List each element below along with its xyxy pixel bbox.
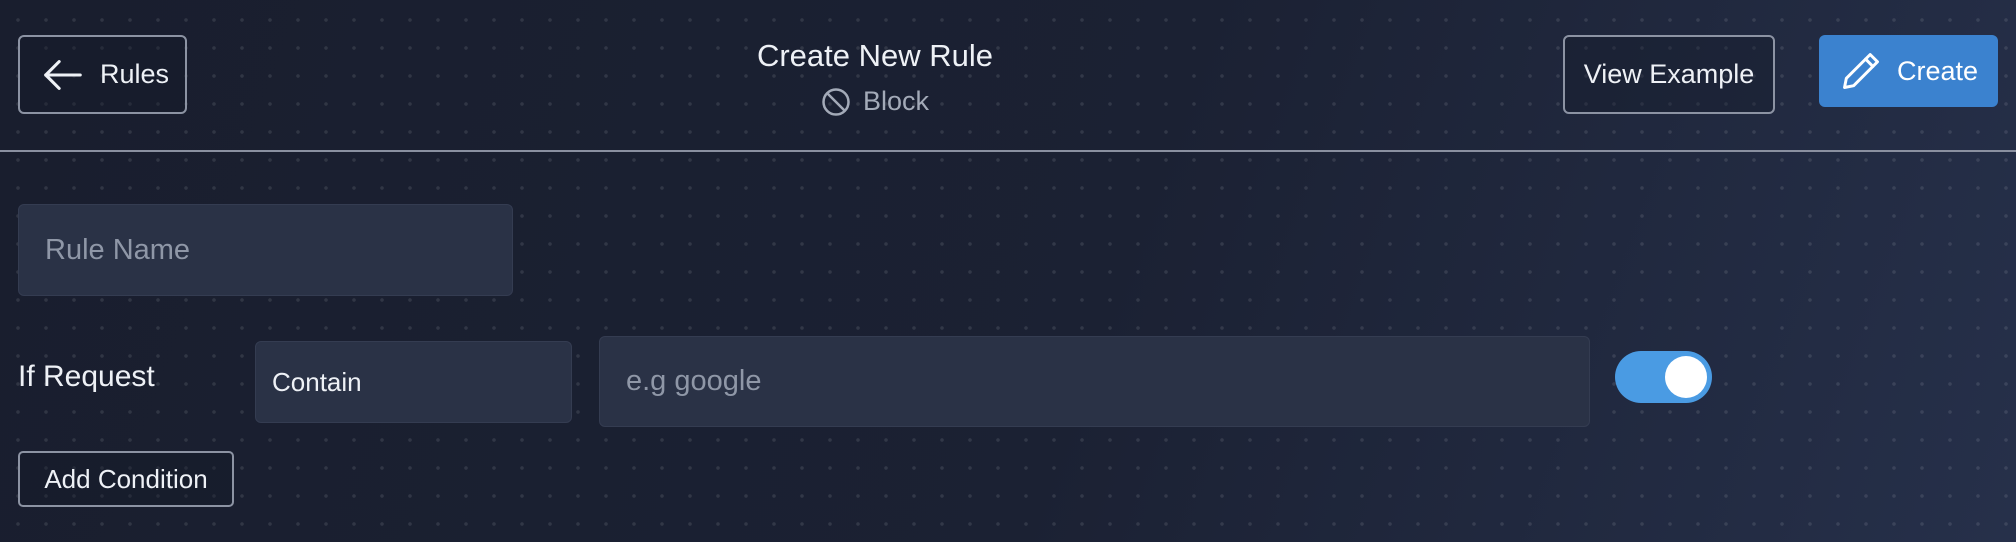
rule-type-label: Block (862, 86, 930, 116)
condition-value-field[interactable] (599, 336, 1590, 427)
toggle-knob (1665, 356, 1707, 398)
title-block: Create New Rule Block (700, 38, 1050, 117)
pencil-icon (1843, 53, 1879, 89)
arrow-left-icon (44, 59, 82, 90)
view-example-label: View Example (1583, 59, 1755, 89)
rule-type: Block (700, 86, 1050, 117)
header-divider (0, 150, 2016, 152)
add-condition-label: Add Condition (44, 463, 208, 494)
condition-value-input[interactable] (600, 337, 1589, 426)
condition-toggle[interactable] (1615, 351, 1712, 403)
rule-name-field[interactable] (18, 204, 513, 296)
rule-name-input[interactable] (19, 205, 512, 295)
page-title: Create New Rule (756, 38, 994, 73)
operator-select[interactable]: Contain (255, 341, 572, 423)
header: Rules Create New Rule Block View Example… (0, 0, 2016, 150)
view-example-button[interactable]: View Example (1563, 35, 1775, 114)
condition-label: If Request (18, 360, 155, 393)
operator-value: Contain (272, 366, 362, 397)
create-label: Create (1897, 55, 1979, 86)
back-button-label: Rules (100, 59, 170, 89)
block-icon (822, 87, 850, 116)
add-condition-button[interactable]: Add Condition (18, 451, 234, 507)
back-to-rules-button[interactable]: Rules (18, 35, 187, 114)
create-button[interactable]: Create (1819, 35, 1998, 107)
